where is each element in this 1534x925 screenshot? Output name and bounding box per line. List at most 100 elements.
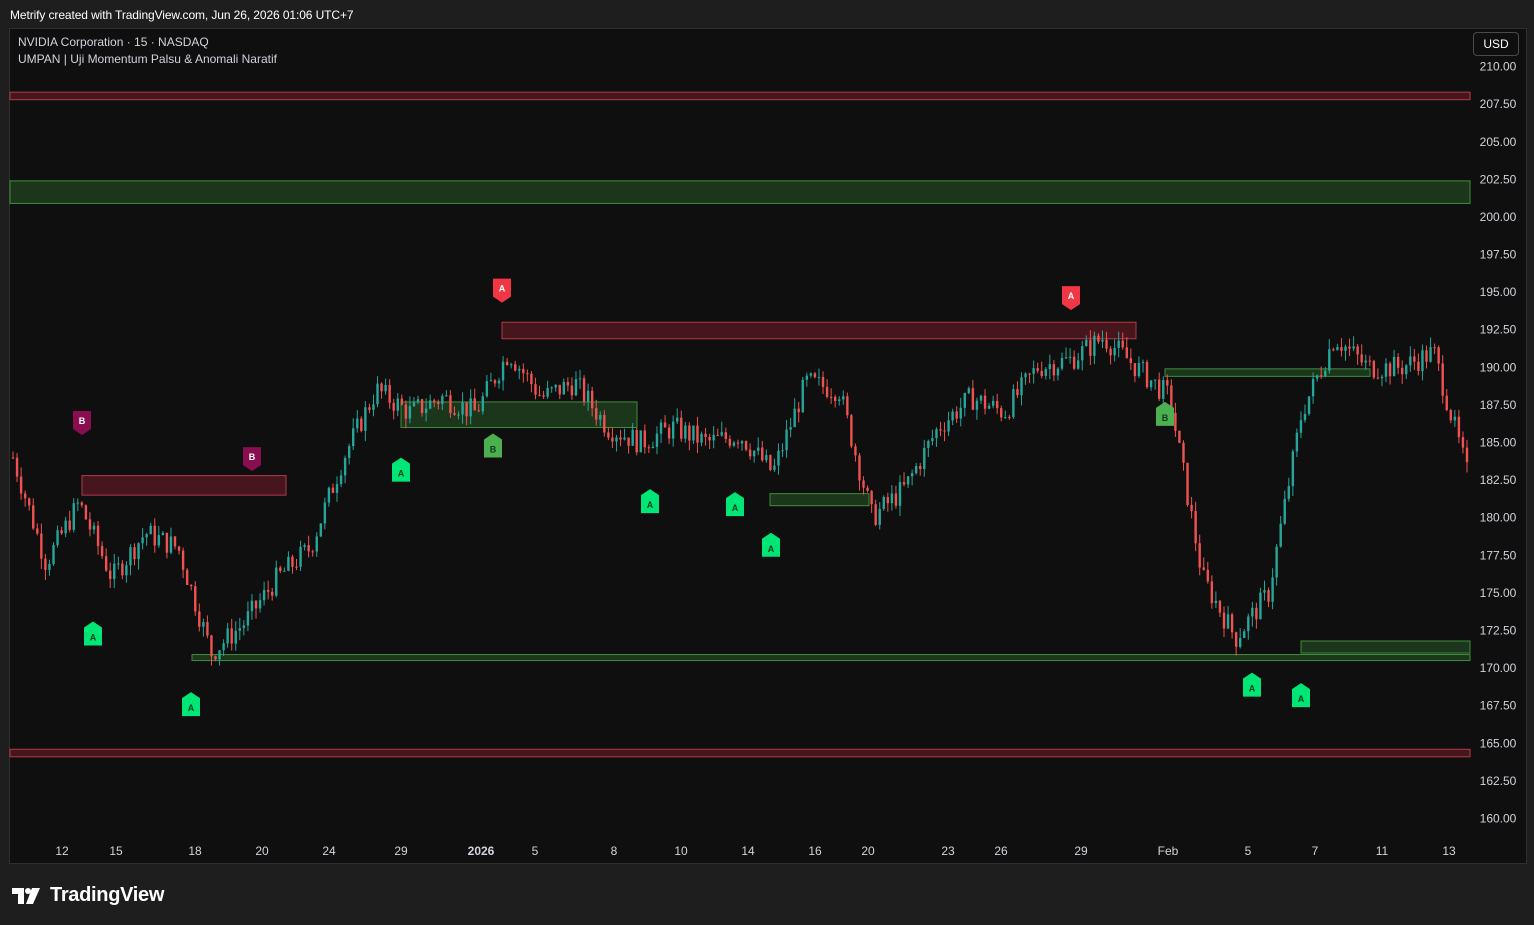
y-tick-label: 175.00 [1480,586,1517,600]
candle-down [854,446,857,456]
candle-up [842,396,845,400]
y-tick-label: 182.50 [1480,473,1517,487]
candle-up [655,433,659,447]
candle-up [319,523,323,537]
symbol-legend[interactable]: NVIDIA Corporation · 15 · NASDAQ [18,35,209,49]
y-tick-label: 207.50 [1480,97,1517,111]
candle-down [995,400,999,409]
candle-down [748,449,752,457]
candle-up [578,378,582,380]
currency-button[interactable]: USD [1473,32,1519,56]
x-tick-label: 18 [188,844,202,858]
candle-up [931,438,934,441]
candle-up [757,447,760,451]
candle-down [1348,346,1351,349]
candle-down [291,556,294,567]
candle-down [1198,543,1201,568]
candle-up [898,482,902,506]
candle-down [32,505,35,529]
candle-down [1396,356,1400,368]
candle-down [1425,350,1428,362]
candle-down [1036,368,1039,371]
candle-down [542,395,545,397]
candle-down [449,395,452,413]
x-tick-label: 15 [109,844,123,858]
candle-down [279,567,282,571]
bear-zone [9,748,1471,758]
signal-label: A [1298,694,1305,704]
candle-down [611,437,614,442]
candle-up [801,379,804,413]
candle-down [15,457,19,477]
candle-up [967,388,971,393]
signal-label: A [398,469,405,479]
candle-up [76,502,80,504]
candle-down [761,447,764,461]
candle-up [793,408,796,428]
candle-up [327,487,331,503]
y-tick-label: 190.00 [1480,360,1517,374]
candle-down [388,385,391,403]
candle-down [821,377,825,387]
x-tick-label: 20 [861,844,875,858]
y-tick-label: 185.00 [1480,436,1517,450]
candle-up [1279,523,1282,547]
candle-up [676,417,679,422]
candle-down [797,408,800,413]
candle-down [194,586,197,612]
candle-down [530,373,533,385]
candle-up [1149,380,1153,388]
signal-label: A [1068,291,1075,301]
x-tick-label: 14 [741,844,755,858]
candle-up [1101,339,1104,342]
candle-up [384,385,387,392]
candle-down [862,480,865,488]
candle-up [299,546,302,567]
x-tick-label: 5 [532,844,539,858]
candle-up [838,399,841,401]
candle-down [858,455,861,481]
candle-up [161,532,165,536]
candle-up [574,379,578,396]
candle-up [52,545,55,565]
candle-up [356,418,359,429]
x-tick-label: Feb [1158,844,1179,858]
candle-down [11,457,15,459]
candle-up [1307,396,1311,414]
candle-up [364,407,367,431]
candle-up [631,429,634,446]
tradingview-logo-text: TradingView [50,884,165,906]
candle-up [1068,356,1072,358]
candle-up [335,484,339,493]
candle-down [833,396,837,401]
candle-up [927,440,930,448]
candle-up [222,643,225,651]
x-tick-label: 5 [1245,844,1252,858]
indicator-legend[interactable]: UMPAN | Uji Momentum Palsu & Anomali Nar… [18,52,277,66]
candle-down [647,447,651,449]
candle-down [566,381,570,386]
candle-down [1255,607,1258,620]
candle-up [1384,363,1388,377]
signal-label: A [1249,684,1256,694]
candle-up [1032,368,1035,374]
candle-down [688,425,691,441]
candle-down [769,455,772,470]
candle-up [700,433,703,443]
candle-up [1214,600,1218,604]
candle-down [1178,430,1181,443]
candle-down [165,532,169,553]
candle-down [214,656,217,660]
candle-down [1121,340,1124,348]
candle-down [1465,447,1469,463]
tradingview-logo[interactable]: TradingView [12,884,164,907]
candle-down [1417,361,1420,372]
candle-up [461,402,464,415]
candle-up [817,377,821,379]
candle-down [380,383,383,392]
candle-down [1109,348,1112,356]
candle-down [493,380,497,384]
candle-down [254,600,258,609]
candle-up [692,425,695,441]
price-chart[interactable]: 160.00 162.50 165.00 167.50 170.00 172.50 175.… [0,0,1534,925]
